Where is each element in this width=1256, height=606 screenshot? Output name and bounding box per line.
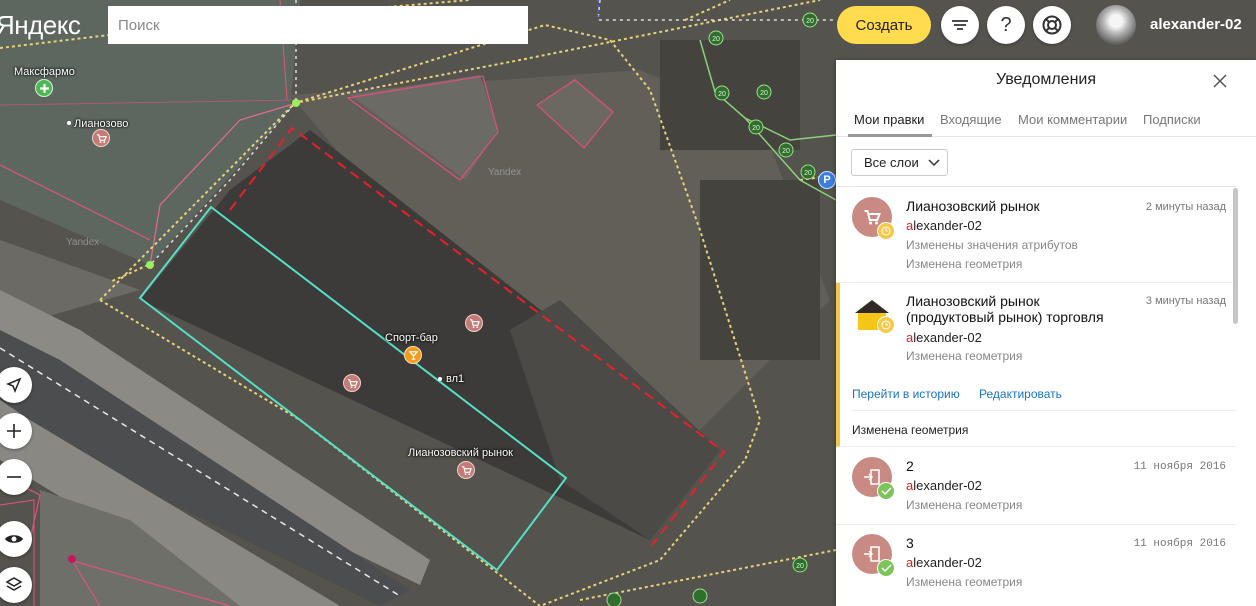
svg-text:20: 20 [718,91,726,98]
notification-time: 2 минуты назад [1145,201,1226,213]
layer-filter-select[interactable]: Все слои [851,149,948,176]
divider [852,410,1236,411]
tab-inbox[interactable]: Входящие [940,112,1002,127]
map-label-lianozovsky-market: Лианозовский рынок [408,447,513,459]
layers-icon [5,577,23,591]
notification-time: 3 минуты назад [1145,295,1226,307]
notification-item[interactable]: Лианозовский рынок 2 минуты назад alexan… [836,187,1236,283]
notification-user[interactable]: alexander-02 [906,330,982,345]
notification-item[interactable]: 2 11 ноября 2016 alexander-02 Изменена г… [836,447,1236,525]
clock-icon [877,222,895,240]
notification-title: 2 [906,458,914,474]
edit-link[interactable]: Редактировать [979,387,1062,401]
svg-text:20: 20 [782,148,790,155]
notification-user[interactable]: alexander-02 [906,478,982,493]
shop-poi-icon[interactable] [343,374,361,392]
notification-time: 11 ноября 2016 [1133,538,1226,550]
help-button[interactable]: ? [987,6,1025,44]
create-button[interactable]: Создать [837,6,931,44]
history-link[interactable]: Перейти в историю [852,387,960,401]
panel-scrollbar[interactable] [1233,188,1238,324]
svg-text:20: 20 [796,563,804,570]
user-rest: lexander-02 [913,218,982,233]
yandex-logo[interactable]: Яндекс [0,10,81,41]
svg-text:20: 20 [760,90,768,97]
close-icon[interactable] [1212,73,1228,89]
notification-change: Изменена геометрия [906,349,1023,363]
tab-bar: Мои правки Входящие Мои комментарии Подп… [836,104,1256,137]
filter-button[interactable] [941,6,979,44]
notification-change: Изменены значения атрибутов [906,238,1078,252]
help-icon: ? [1000,13,1012,36]
address-dot [438,377,442,381]
notification-title-line2: (продуктовый рынок) торговля [906,309,1104,325]
place-dot [67,121,71,125]
notification-user[interactable]: alexander-02 [906,555,982,570]
user-rest: lexander-02 [913,478,982,493]
check-icon [877,482,895,500]
map-label-vl1: вл1 [446,373,465,385]
watermark-yandex: Yandex [488,167,521,178]
notifications-panel: Уведомления Мои правки Входящие Мои комм… [836,60,1256,606]
user-rest: lexander-02 [913,330,982,345]
active-tab-indicator [848,134,932,137]
watermark-yandex: Yandex [66,237,99,248]
svg-text:20: 20 [712,36,720,43]
change-detail: Изменена геометрия [852,423,969,437]
notification-time: 11 ноября 2016 [1133,461,1226,473]
user-avatar[interactable] [1096,5,1136,45]
notification-change: Изменена геометрия [906,575,1023,589]
tab-my-edits[interactable]: Мои правки [854,112,924,127]
svg-text:20: 20 [806,18,814,25]
notification-change: Изменена геометрия [906,498,1023,512]
shop-poi-icon[interactable] [465,314,483,332]
svg-text:20: 20 [804,170,812,177]
notification-title: 3 [906,535,914,551]
map-label-sport-bar: Спорт-бар [385,332,438,344]
panel-title: Уведомления [995,71,1097,88]
notification-item-expanded[interactable]: Лианозовский рынок (продуктовый рынок) т… [836,283,1236,447]
svg-text:20: 20 [752,125,760,132]
tab-subscriptions[interactable]: Подписки [1143,112,1201,127]
notification-change: Изменена геометрия [906,257,1023,271]
notification-title: Лианозовский рынок [906,198,1040,214]
search-input[interactable] [108,6,528,44]
bar-poi-icon[interactable] [404,346,422,364]
zoom-in-icon [7,424,21,438]
parking-glyph: P [823,174,831,186]
chevron-down-icon [928,159,940,167]
eye-icon [5,535,23,543]
layer-filter-value: Все слои [864,155,919,170]
clock-icon [877,316,895,334]
username-label[interactable]: alexander-02 [1150,16,1242,33]
notification-item[interactable]: 3 11 ноября 2016 alexander-02 Изменена г… [836,525,1236,606]
shop-poi-icon[interactable] [457,461,475,479]
user-rest: lexander-02 [913,555,982,570]
lifebuoy-icon [1042,15,1062,35]
zoom-out-icon [7,476,21,478]
map-label-maksfarmo: Максфармо [14,66,75,78]
filter-icon [952,20,968,30]
notification-title-line1: Лианозовский рынок [906,293,1040,309]
check-icon [877,559,895,577]
notification-user[interactable]: alexander-02 [906,218,982,233]
parking-poi-icon[interactable]: P [818,171,836,189]
support-button[interactable] [1033,6,1071,44]
tab-my-comments[interactable]: Мои комментарии [1018,112,1127,127]
pharmacy-poi-icon[interactable] [35,79,53,97]
shop-poi-icon[interactable] [92,129,110,147]
notification-list: Лианозовский рынок 2 минуты назад alexan… [836,186,1236,606]
navigate-icon [6,377,22,393]
